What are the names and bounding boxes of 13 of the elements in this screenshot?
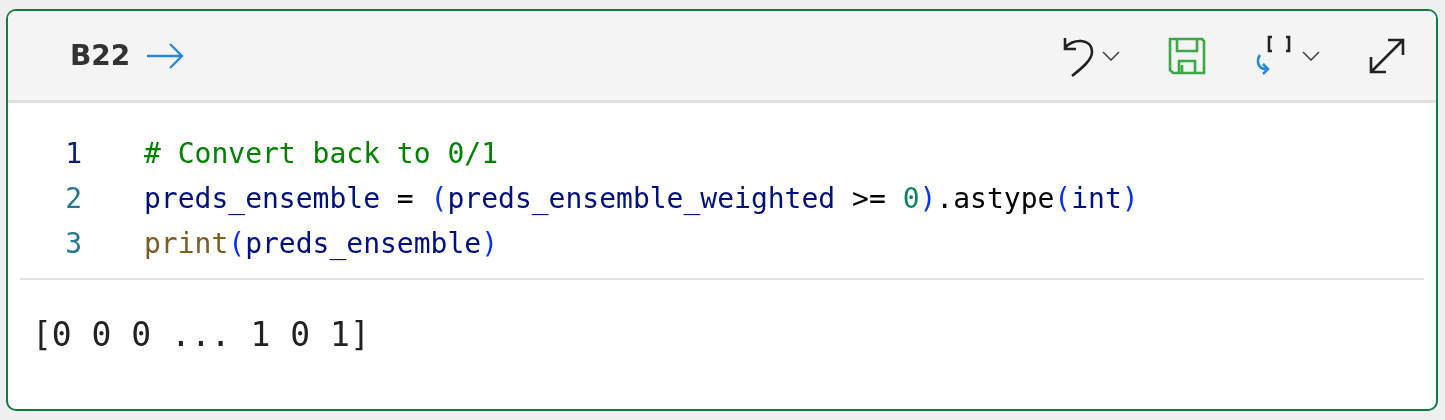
cell-label: B22	[70, 37, 131, 74]
code-line: print(preds_ensemble)	[144, 225, 499, 262]
caret-icon	[1102, 50, 1120, 61]
code-comment: # Convert back to 0/1	[144, 135, 498, 172]
cell-output: [0 0 0 ... 1 0 1]	[31, 314, 371, 356]
arrow-icon[interactable]	[146, 40, 185, 71]
expand-icon	[1368, 36, 1406, 75]
caret-icon	[1302, 50, 1320, 61]
code-line: preds_ensemble = (preds_ensemble_weighted >= 0).astype(int)	[144, 180, 1139, 217]
line-number: 1	[64, 135, 82, 172]
line-number: 2	[64, 180, 82, 217]
line-number: 3	[64, 225, 82, 262]
save-icon	[1168, 36, 1206, 75]
